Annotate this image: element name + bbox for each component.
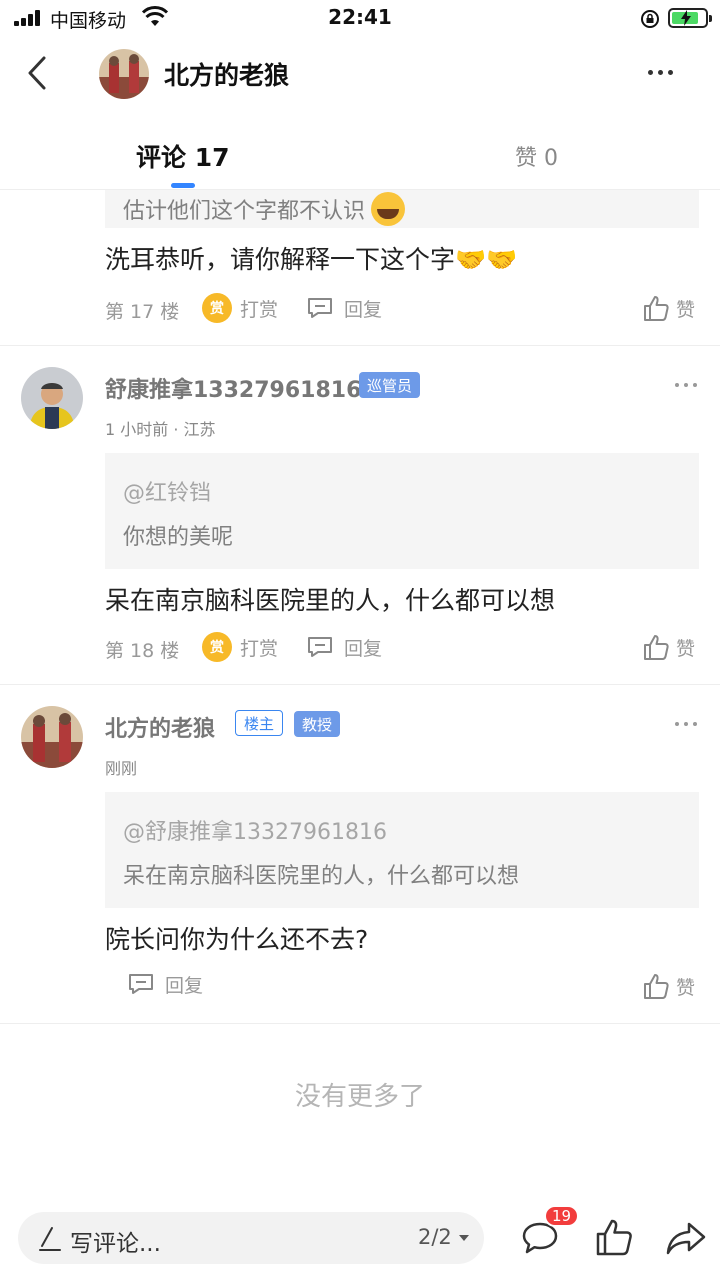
reward-coin-icon: 赏 <box>202 632 232 662</box>
floor-number: 第 17 楼 <box>105 301 180 323</box>
comment-input-placeholder: 写评论... <box>70 1231 161 1257</box>
quote-text: 你想的美呢 <box>123 525 234 550</box>
tab-likes[interactable]: 赞 0 <box>515 140 558 172</box>
nav-header: 北方的老狼 <box>0 40 720 108</box>
like-label: 赞 <box>676 976 696 999</box>
quote-user: @舒康推拿13327961816 <box>123 820 387 845</box>
bottom-bar: 写评论... 2/2 19 <box>0 1200 720 1280</box>
battery-icon <box>668 8 712 28</box>
quote-box: @红铃铛 你想的美呢 <box>105 453 699 569</box>
avatar[interactable] <box>21 706 83 768</box>
page-title: 北方的老狼 <box>164 61 290 90</box>
quote-box: 估计他们这个字都不认识 <box>105 190 699 228</box>
end-of-list-text: 没有更多了 <box>294 1082 425 1112</box>
divider <box>0 1023 720 1024</box>
reward-button[interactable]: 赏 打赏 <box>202 632 278 662</box>
share-button[interactable] <box>664 1218 708 1258</box>
comment-input[interactable]: 写评论... 2/2 <box>18 1212 484 1264</box>
reward-label: 打赏 <box>240 637 279 660</box>
comment-text: 洗耳恭听，请你解释一下这个字🤝🤝 <box>105 245 518 274</box>
username[interactable]: 北方的老狼 <box>105 711 215 743</box>
quote-text: 估计他们这个字都不认识 <box>123 192 406 226</box>
tab-bar: 评论 17 赞 0 <box>0 108 720 190</box>
chevron-left-icon <box>28 56 46 90</box>
username[interactable]: 舒康推拿13327961816 <box>105 372 361 404</box>
more-button[interactable] <box>642 60 678 84</box>
reply-icon <box>129 974 153 994</box>
tab-comments[interactable]: 评论 17 <box>136 138 230 174</box>
reward-coin-icon: 赏 <box>202 293 232 323</box>
reply-icon <box>308 637 332 657</box>
page-indicator[interactable]: 2/2 <box>418 1225 452 1249</box>
quote-text: 呆在南京脑科医院里的人，什么都可以想 <box>123 864 520 889</box>
comment-text: 院长问你为什么还不去? <box>105 925 369 954</box>
role-badge: 巡管员 <box>359 372 421 398</box>
reply-button[interactable]: 回复 <box>306 632 382 662</box>
avatar[interactable] <box>21 367 83 429</box>
divider <box>0 345 720 346</box>
reply-label: 回复 <box>344 298 383 321</box>
comment-meta: 1 小时前 · 江苏 <box>105 420 216 439</box>
quote-user: @红铃铛 <box>123 481 212 506</box>
divider <box>0 684 720 685</box>
tab-indicator <box>171 183 195 188</box>
owner-badge: 楼主 <box>235 710 284 736</box>
reply-label: 回复 <box>344 637 383 660</box>
reward-button[interactable]: 赏 打赏 <box>202 293 278 323</box>
like-button[interactable]: 赞 <box>642 293 695 323</box>
grin-emoji-icon <box>371 192 406 226</box>
quote-box: @舒康推拿13327961816 呆在南京脑科医院里的人，什么都可以想 <box>105 792 699 908</box>
caret-down-icon <box>459 1235 469 1241</box>
share-arrow-icon <box>666 1222 706 1255</box>
title-badge: 教授 <box>294 711 341 737</box>
comment-more-button[interactable] <box>672 375 700 395</box>
thumbs-up-icon <box>644 635 669 660</box>
like-label: 赞 <box>676 637 696 660</box>
rotation-lock-icon <box>641 10 659 28</box>
comment-list: 估计他们这个字都不认识 洗耳恭听，请你解释一下这个字🤝🤝 第 17 楼 赏 打赏… <box>0 190 720 1200</box>
reply-icon <box>308 298 332 318</box>
more-icon <box>642 60 678 84</box>
status-bar: 中国移动 22:41 <box>0 0 720 40</box>
like-post-button[interactable] <box>594 1217 634 1257</box>
thumbs-up-icon <box>644 974 669 999</box>
avatar[interactable] <box>99 49 149 99</box>
like-label: 赞 <box>676 298 696 321</box>
clock: 22:41 <box>328 5 392 29</box>
like-button[interactable]: 赞 <box>642 971 695 1001</box>
reply-label: 回复 <box>165 974 204 997</box>
reply-button[interactable]: 回复 <box>306 293 382 323</box>
like-button[interactable]: 赞 <box>642 632 695 662</box>
thumbs-up-icon <box>596 1219 632 1256</box>
more-icon <box>672 375 700 395</box>
reply-button[interactable]: 回复 <box>127 969 203 999</box>
comment-more-button[interactable] <box>672 714 700 734</box>
comment-text: 呆在南京脑科医院里的人，什么都可以想 <box>105 586 556 615</box>
reward-label: 打赏 <box>240 298 279 321</box>
floor-number: 第 18 楼 <box>105 640 180 662</box>
comment-meta: 刚刚 <box>105 759 138 778</box>
comment-count-badge: 19 <box>544 1205 580 1227</box>
pen-icon <box>39 1227 61 1251</box>
more-icon <box>672 714 700 734</box>
thumbs-up-icon <box>644 296 669 321</box>
back-button[interactable] <box>22 54 54 94</box>
